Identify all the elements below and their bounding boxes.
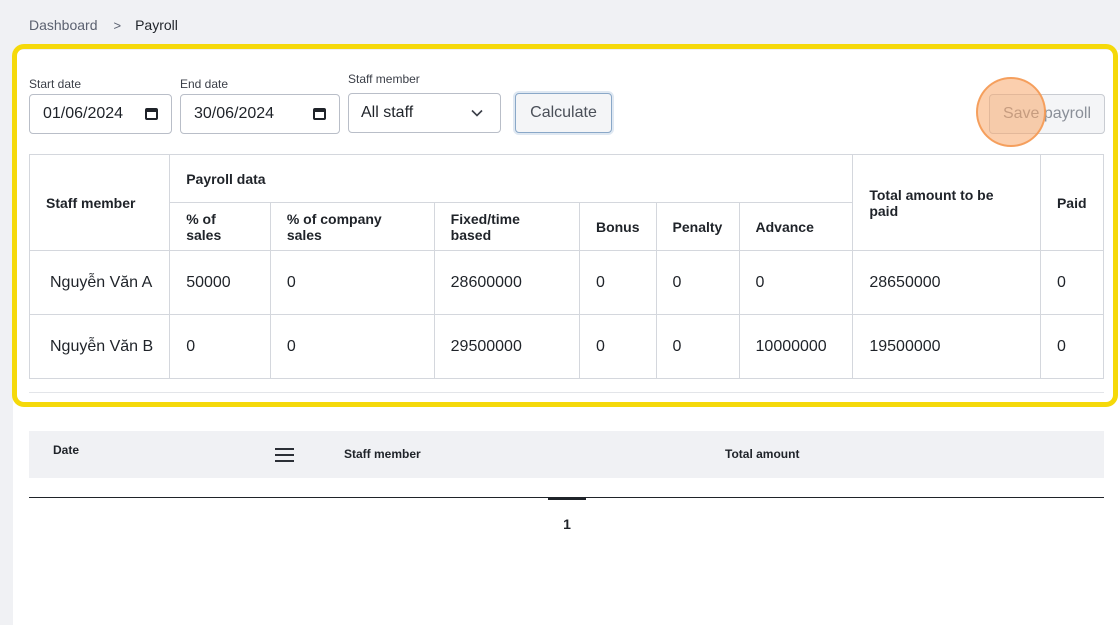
paid-header: Paid xyxy=(1039,154,1105,251)
breadcrumb-dashboard-link[interactable]: Dashboard xyxy=(29,17,98,33)
bonus-cell: 0 xyxy=(578,314,657,379)
pct-company-sales-cell: 0 xyxy=(269,250,435,315)
calendar-icon[interactable] xyxy=(313,108,326,120)
total-amount-header: Total amount to be paid xyxy=(852,154,1041,251)
bonus-cell: 0 xyxy=(578,250,657,315)
chevron-down-icon xyxy=(471,109,483,117)
total-cell: 28650000 xyxy=(852,250,1041,315)
pct-sales-cell: 50000 xyxy=(169,250,271,315)
table-row: Nguyễn Văn B 0 0 29500000 0 0 10000000 1… xyxy=(28,314,1105,379)
payroll-data-header: Payroll data xyxy=(169,154,854,203)
pct-company-sales-cell: 0 xyxy=(269,314,435,379)
history-table-header: Date Staff member Total amount xyxy=(29,431,1104,478)
end-date-label: End date xyxy=(180,77,229,91)
table-row: Nguyễn Văn A 50000 0 28600000 0 0 0 2865… xyxy=(28,250,1105,315)
payroll-table: Staff member Payroll data Total amount t… xyxy=(28,154,1105,379)
end-date-value: 30/06/2024 xyxy=(194,105,275,122)
bonus-header: Bonus xyxy=(578,202,657,251)
divider xyxy=(29,392,1104,393)
pct-sales-cell: 0 xyxy=(169,314,271,379)
advance-header: Advance xyxy=(738,202,854,251)
start-date-value: 01/06/2024 xyxy=(43,105,124,122)
pct-sales-header: % of sales xyxy=(169,202,271,251)
penalty-cell: 0 xyxy=(655,314,740,379)
paid-cell: 0 xyxy=(1039,314,1105,379)
staff-name-cell: Nguyễn Văn B xyxy=(28,314,171,379)
staff-member-select[interactable]: All staff xyxy=(348,93,501,133)
breadcrumb-payroll: Payroll xyxy=(135,17,178,33)
fixed-cell: 28600000 xyxy=(433,250,580,315)
breadcrumb: Dashboard > Payroll xyxy=(29,17,178,33)
staff-member-value: All staff xyxy=(361,104,414,121)
staff-name-cell: Nguyễn Văn A xyxy=(28,250,171,315)
start-date-label: Start date xyxy=(29,77,82,91)
staff-member-label: Staff member xyxy=(348,72,420,86)
staff-member-column-header[interactable]: Staff member xyxy=(344,447,421,461)
paid-cell: 0 xyxy=(1039,250,1105,315)
pct-company-sales-header: % of company sales xyxy=(269,202,435,251)
staff-member-header: Staff member xyxy=(28,154,171,251)
calculate-button[interactable]: Calculate xyxy=(515,93,612,133)
total-cell: 19500000 xyxy=(852,314,1041,379)
hamburger-menu-icon[interactable] xyxy=(275,448,294,462)
save-payroll-button[interactable]: Save payroll xyxy=(989,94,1105,134)
pagination-page-1[interactable]: 1 xyxy=(548,497,586,532)
end-date-input[interactable]: 30/06/2024 xyxy=(180,94,340,134)
top-bar: Dashboard > Payroll xyxy=(13,0,1120,50)
advance-cell: 0 xyxy=(738,250,854,315)
date-column-header[interactable]: Date xyxy=(53,443,79,457)
advance-cell: 10000000 xyxy=(738,314,854,379)
fixed-cell: 29500000 xyxy=(433,314,580,379)
fixed-time-header: Fixed/time based xyxy=(433,202,580,251)
calendar-icon[interactable] xyxy=(145,108,158,120)
total-amount-column-header[interactable]: Total amount xyxy=(725,447,799,461)
penalty-header: Penalty xyxy=(655,202,740,251)
breadcrumb-separator: > xyxy=(113,17,122,33)
start-date-input[interactable]: 01/06/2024 xyxy=(29,94,172,134)
payroll-page: Dashboard > Payroll Start date 01/06/202… xyxy=(12,0,1120,625)
penalty-cell: 0 xyxy=(655,250,740,315)
